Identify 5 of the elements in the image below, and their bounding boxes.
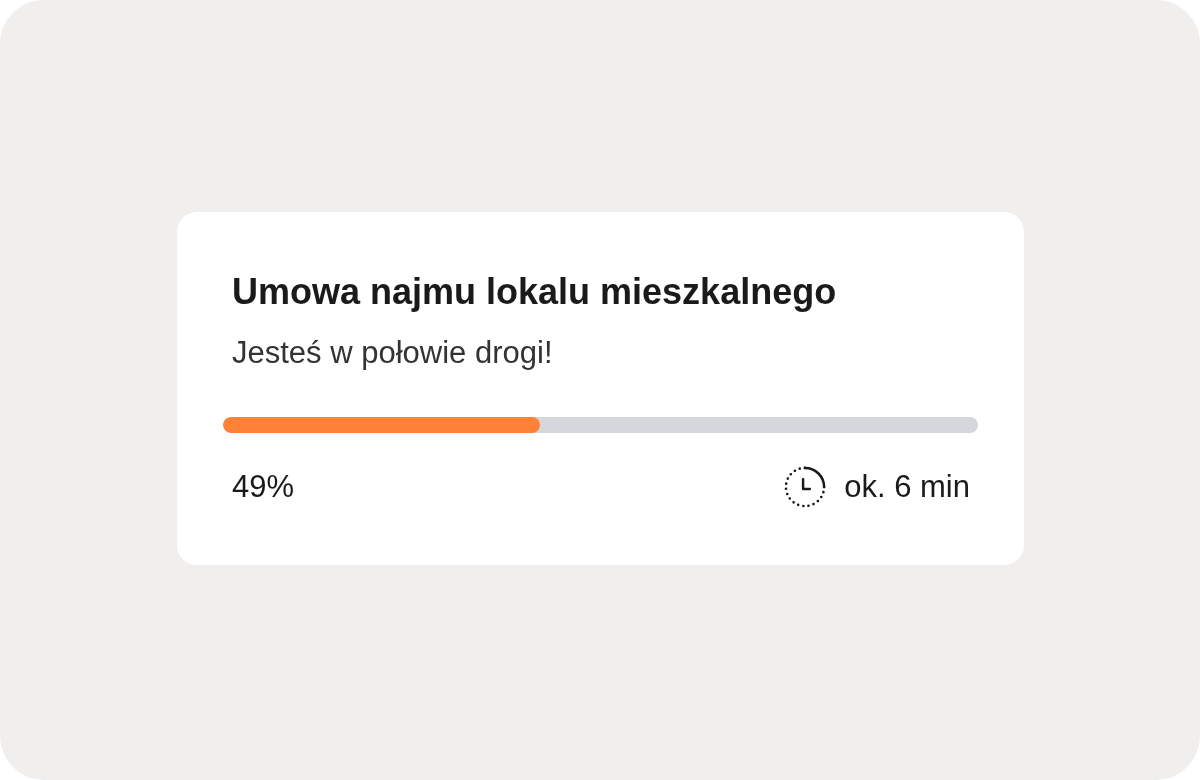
clock-icon <box>784 466 827 508</box>
card-title: Umowa najmu lokalu mieszkalnego <box>231 270 837 314</box>
percent-text: 49% <box>232 468 295 506</box>
card-subtitle: Jesteś w połowie drogi! <box>231 334 553 372</box>
time-estimate: ok. 6 min <box>844 468 970 506</box>
